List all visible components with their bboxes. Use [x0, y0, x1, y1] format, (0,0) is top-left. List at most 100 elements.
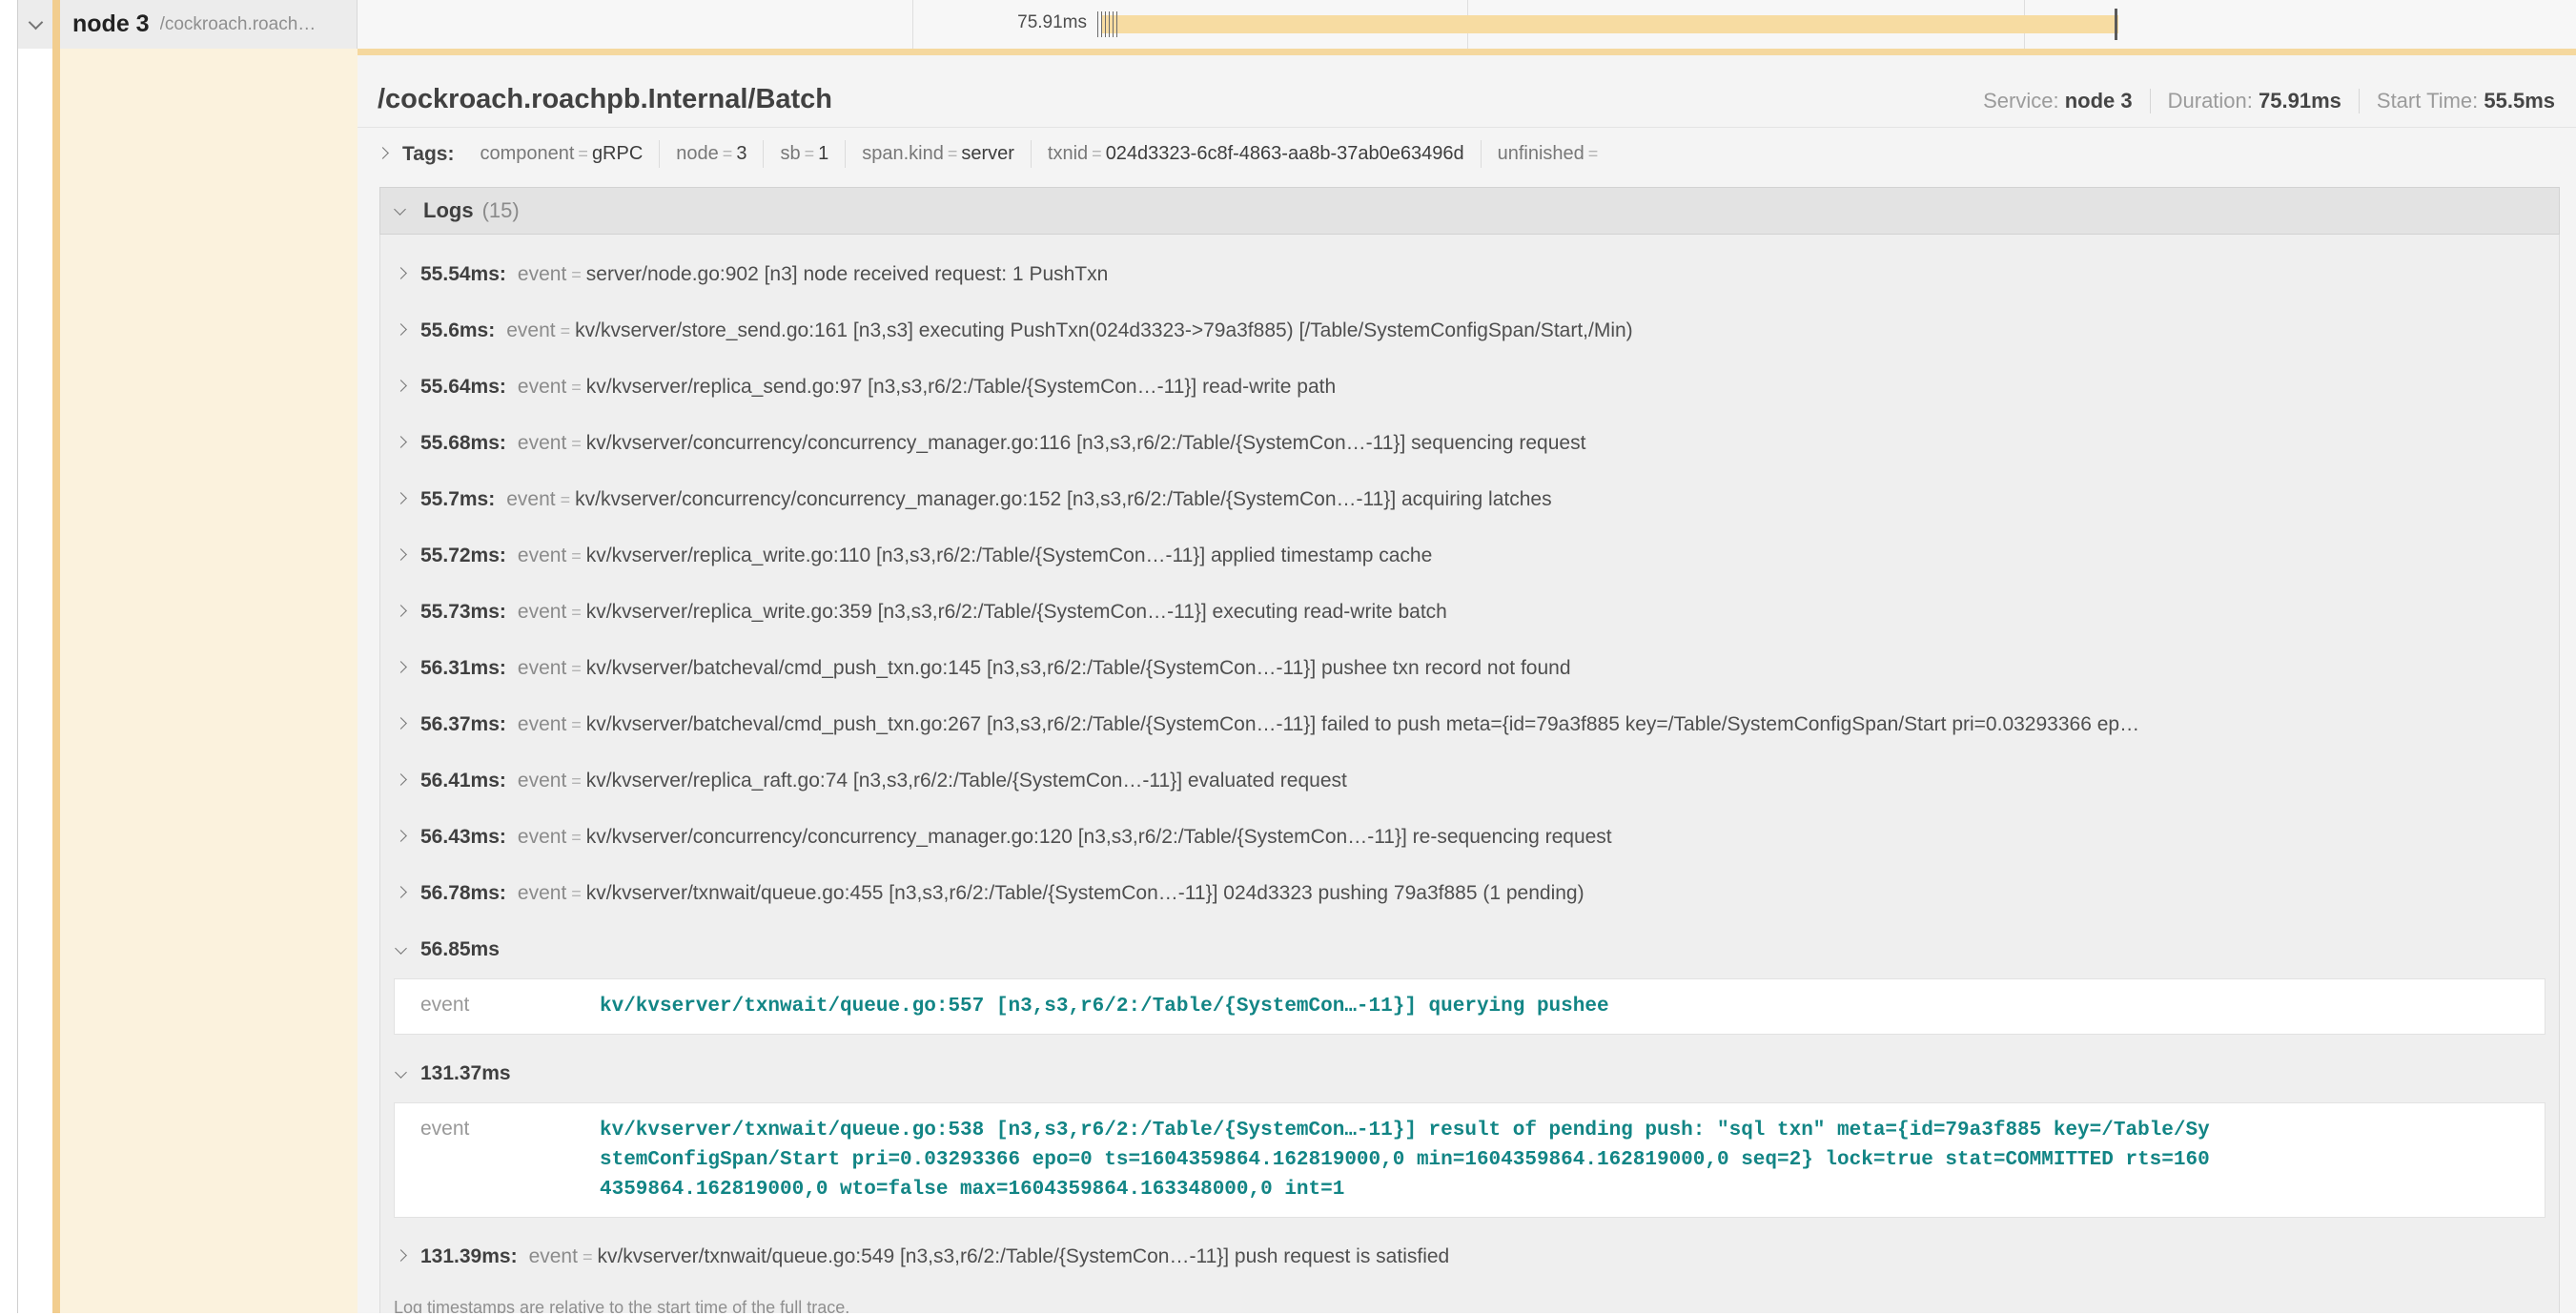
log-field-key: event: [518, 882, 566, 904]
tree-guide-line: [17, 0, 18, 1313]
log-tick-mark: [1101, 11, 1102, 37]
span-detail-card: /cockroach.roachpb.Internal/Batch Servic…: [358, 49, 2576, 1313]
key-values-table: event kv/kvserver/txnwait/queue.go:557 […: [394, 978, 2545, 1035]
log-field-value: kv/kvserver/batcheval/cmd_push_txn.go:26…: [586, 713, 2139, 735]
log-timestamp: 55.64ms:: [420, 376, 506, 398]
log-entry[interactable]: 55.72ms:event=kv/kvserver/replica_write.…: [394, 528, 2545, 585]
log-entry[interactable]: 56.41ms:event=kv/kvserver/replica_raft.g…: [394, 753, 2545, 810]
log-entry[interactable]: 131.39ms:event=kv/kvserver/txnwait/queue…: [394, 1229, 2545, 1285]
log-entry[interactable]: 56.37ms: event=kv/kvserver/batcheval/cmd_…: [394, 697, 2545, 753]
log-field-value: kv/kvserver/txnwait/queue.go:549 [n3,s3,…: [597, 1245, 1449, 1267]
log-timestamp: 56.85ms: [420, 938, 500, 960]
log-end-marker: [2115, 9, 2117, 40]
span-bar[interactable]: [1101, 15, 2118, 33]
log-entry[interactable]: 55.64ms:event=kv/kvserver/replica_send.g…: [394, 360, 2545, 416]
equals-sign: =: [556, 490, 576, 509]
log-field-value: kv/kvserver/replica_write.go:110 [n3,s3,…: [586, 545, 1433, 566]
span-operation-name: /cockroach.roach…: [160, 14, 317, 35]
log-entry-expanded: 131.37ms event kv/kvserver/txnwait/queue…: [380, 1046, 2559, 1218]
log-entry[interactable]: 55.73ms:event=kv/kvserver/replica_write.…: [394, 585, 2545, 641]
log-entry[interactable]: 55.68ms:event=kv/kvserver/concurrency/co…: [394, 416, 2545, 472]
equals-sign: =: [566, 659, 586, 678]
log-field-value: server/node.go:902 [n3] node received re…: [586, 263, 1109, 285]
equals-sign: =: [566, 771, 586, 791]
log-entry[interactable]: 56.78ms:event=kv/kvserver/txnwait/queue.…: [394, 866, 2545, 922]
log-entry-header[interactable]: 131.37ms: [394, 1046, 2545, 1095]
chevron-right-icon: [395, 605, 407, 617]
log-tick-mark: [1113, 11, 1114, 37]
log-field-key: event: [395, 979, 600, 1031]
key-values-table: event kv/kvserver/txnwait/queue.go:538 […: [394, 1102, 2545, 1218]
log-timestamp: 55.72ms:: [420, 545, 506, 566]
meta-service: Service: node 3: [1966, 89, 2150, 113]
log-field-value: kv/kvserver/replica_raft.go:74 [n3,s3,r6…: [586, 770, 1347, 792]
equals-sign: =: [1584, 144, 1603, 163]
logs-list: 55.54ms:event=server/node.go:902 [n3] no…: [379, 235, 2560, 1313]
equals-sign: =: [556, 321, 576, 340]
chevron-right-icon: [395, 267, 407, 279]
chevron-right-icon[interactable]: [377, 147, 389, 159]
chevron-right-icon: [395, 886, 407, 898]
log-field-value: kv/kvserver/replica_write.go:359 [n3,s3,…: [586, 601, 1447, 623]
page-title: /cockroach.roachpb.Internal/Batch: [378, 84, 1966, 115]
span-name-column[interactable]: node 3 /cockroach.roach…: [18, 0, 358, 49]
log-entry[interactable]: 55.7ms:event=kv/kvserver/concurrency/con…: [394, 472, 2545, 528]
log-timestamp: 131.39ms:: [420, 1245, 518, 1267]
log-entry[interactable]: 56.31ms: event=kv/kvserver/batcheval/cmd_…: [394, 641, 2545, 697]
chevron-down-icon[interactable]: [29, 15, 44, 31]
log-field-key: event: [529, 1245, 578, 1267]
log-entry-expanded: 56.85ms event kv/kvserver/txnwait/queue.…: [380, 922, 2559, 1035]
chevron-right-icon: [395, 436, 407, 448]
chevron-right-icon: [395, 492, 407, 504]
timeline-column[interactable]: 75.91ms: [358, 0, 2576, 49]
log-field-value: kv/kvserver/txnwait/queue.go:557 [n3,s3,…: [600, 979, 1628, 1034]
equals-sign: =: [566, 378, 586, 397]
equals-sign: =: [1088, 144, 1106, 163]
log-field-key: event: [518, 770, 566, 792]
log-field-value: kv/kvserver/store_send.go:161 [n3,s3] ex…: [575, 319, 1633, 341]
log-field-key: event: [506, 319, 555, 341]
logs-footer-note: Log timestamps are relative to the start…: [380, 1285, 2559, 1313]
log-field-key: event: [518, 713, 566, 735]
log-field-key: event: [518, 601, 566, 623]
log-timestamp: 56.43ms:: [420, 826, 506, 848]
log-tick-mark: [1116, 11, 1117, 37]
log-entry[interactable]: 55.6ms: event=kv/kvserver/store_send.go:1…: [394, 303, 2545, 360]
chevron-down-icon[interactable]: [394, 203, 406, 216]
span-color-strip: [52, 0, 60, 1313]
detail-row-indent: [60, 49, 358, 1313]
equals-sign: =: [566, 828, 586, 847]
log-timestamp: 56.37ms:: [420, 713, 506, 735]
equals-sign: =: [566, 715, 586, 734]
log-timestamp: 55.73ms:: [420, 601, 506, 623]
equals-sign: =: [566, 265, 586, 284]
span-detail-header: /cockroach.roachpb.Internal/Batch Servic…: [358, 55, 2576, 128]
tags-label: Tags:: [402, 143, 454, 166]
log-field-value: kv/kvserver/batcheval/cmd_push_txn.go:14…: [586, 657, 1571, 679]
logs-title: Logs: [423, 198, 474, 223]
log-entry-header[interactable]: 56.85ms: [394, 922, 2545, 971]
timeline-gridline: [912, 0, 913, 49]
equals-sign: =: [719, 144, 737, 163]
log-field-key: event: [518, 657, 566, 679]
log-entry[interactable]: 55.54ms:event=server/node.go:902 [n3] no…: [394, 247, 2545, 303]
chevron-right-icon: [395, 380, 407, 392]
equals-sign: =: [801, 144, 819, 163]
tag-item: sb=1: [763, 140, 845, 168]
log-field-key: event: [518, 376, 566, 398]
key-value-row: event kv/kvserver/txnwait/queue.go:538 […: [395, 1103, 2545, 1217]
chevron-right-icon: [395, 773, 407, 786]
tags-accordion-header[interactable]: Tags: component=gRPC node=3 sb=1 span.ki…: [358, 128, 2576, 180]
logs-accordion-header[interactable]: Logs (15): [379, 187, 2560, 235]
log-field-value: kv/kvserver/concurrency/concurrency_mana…: [586, 432, 1586, 454]
span-service-name: node 3: [72, 10, 150, 38]
log-entry[interactable]: 56.43ms:event=kv/kvserver/concurrency/co…: [394, 810, 2545, 866]
log-timestamp: 56.78ms:: [420, 882, 506, 904]
chevron-right-icon: [395, 323, 407, 336]
log-tick-mark: [1109, 11, 1110, 37]
log-timestamp: 55.6ms:: [420, 319, 495, 341]
chevron-right-icon: [395, 717, 407, 730]
log-timestamp: 56.31ms:: [420, 657, 506, 679]
chevron-right-icon: [395, 1249, 407, 1262]
chevron-down-icon: [395, 1066, 407, 1079]
